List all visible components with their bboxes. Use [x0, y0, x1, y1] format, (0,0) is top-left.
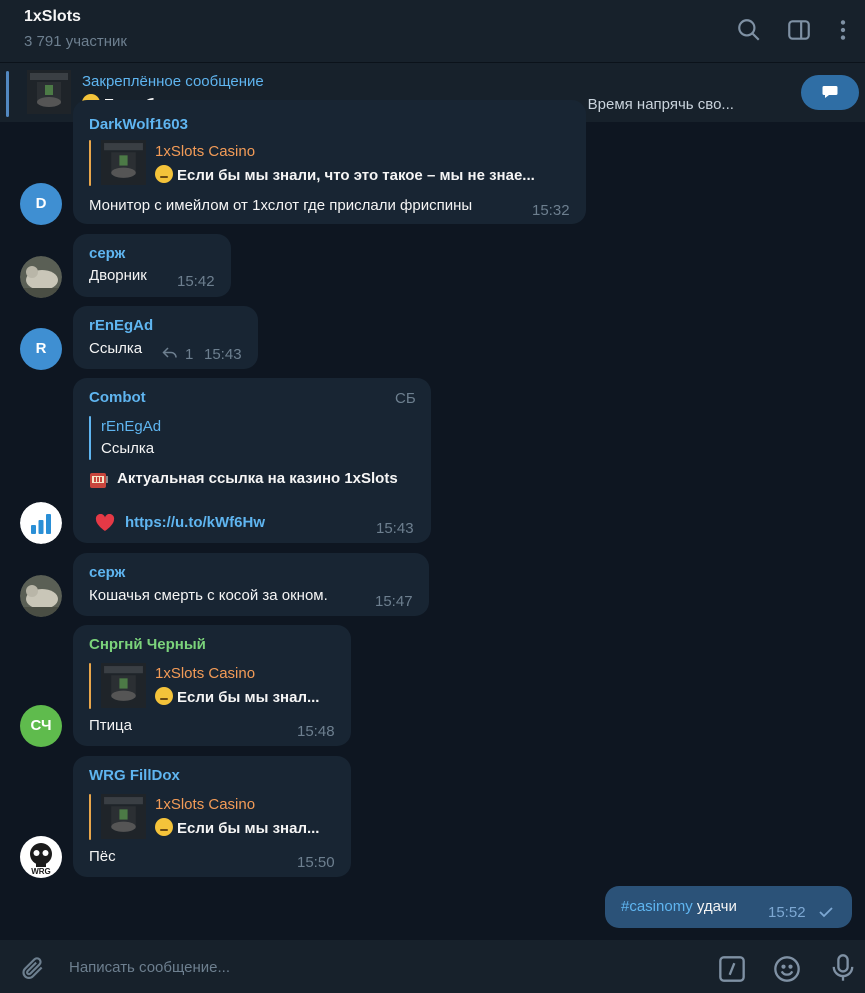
search-icon[interactable]	[736, 17, 762, 43]
message-sender[interactable]: WRG FillDox	[89, 767, 180, 784]
message-text: Дворник	[89, 267, 147, 284]
message-sender[interactable]: серж	[89, 564, 125, 581]
message-time: 15:52	[768, 904, 806, 921]
avatar[interactable]	[20, 256, 62, 298]
message-time: 15:43	[376, 520, 414, 537]
sent-check-icon	[819, 907, 833, 918]
sidebar-toggle-icon[interactable]	[786, 17, 812, 43]
message-sender[interactable]: rEnEgAd	[89, 317, 153, 334]
reply-preview: Если бы мы знал...	[155, 818, 319, 837]
reply-preview: Если бы мы знал...	[155, 687, 319, 706]
slot-machine-emoji-icon	[90, 473, 108, 488]
message-time: 15:43	[204, 346, 242, 363]
chat-header: 1xSlots 3 791 участник	[0, 0, 865, 62]
composer: Написать сообщение...	[0, 940, 865, 993]
face-emoji-icon	[155, 165, 173, 183]
avatar[interactable]	[20, 575, 62, 617]
reply-preview: Если бы мы знали, что это такое – мы не …	[155, 165, 535, 184]
reply-thumbnail	[101, 140, 146, 185]
reply-title: 1xSlots Casino	[155, 143, 256, 160]
hashtag-link[interactable]: #casinomy	[621, 898, 693, 915]
avatar[interactable]: D	[20, 183, 62, 225]
message-sender[interactable]: серж	[89, 245, 125, 262]
message-sender[interactable]: DarkWolf1603	[89, 116, 188, 133]
avatar[interactable]: R	[20, 328, 62, 370]
attach-icon[interactable]	[20, 955, 46, 981]
message-time: 15:42	[177, 273, 215, 290]
message-bubble[interactable]: rEnEgAd Ссылка 1 15:43	[73, 306, 258, 369]
message-text: Ссылка	[89, 340, 143, 357]
message-bubble[interactable]: серж Дворник 15:42	[73, 234, 231, 297]
reply-preview-text: Если бы мы знал...	[177, 689, 320, 706]
message-bubble[interactable]: Снргнй Черный 1xSlots Casino Если бы мы …	[73, 625, 351, 746]
combot-avatar[interactable]	[20, 502, 62, 544]
more-menu-icon[interactable]	[830, 17, 856, 43]
message-text: Актуальная ссылка на казино 1xSlots	[117, 470, 398, 487]
own-message-bubble[interactable]: #casinomy удачи 15:52	[605, 886, 852, 928]
message-time: 15:50	[297, 854, 335, 871]
reply-thumbnail	[101, 794, 146, 839]
message-sender[interactable]: Combot	[89, 389, 146, 406]
emoji-icon[interactable]	[773, 955, 801, 983]
face-emoji-icon	[155, 818, 173, 836]
heart-emoji-icon	[95, 514, 115, 531]
message-text: Монитор с имейлом от 1хслот где прислали…	[89, 197, 473, 214]
microphone-icon[interactable]	[829, 953, 857, 983]
pinned-preview-rest: Время напрячь сво...	[587, 96, 734, 113]
message-text: Пёс	[89, 848, 116, 865]
pinned-thumbnail	[27, 70, 71, 114]
reply-thumbnail	[101, 663, 146, 708]
reply-count[interactable]: 1	[185, 346, 193, 363]
comment-icon	[822, 86, 838, 98]
message-time: 15:48	[297, 723, 335, 740]
reply-title: rEnEgAd	[101, 418, 162, 435]
message-bubble[interactable]: серж Кошачья смерть с косой за окном. 15…	[73, 553, 429, 616]
reply-title: 1xSlots Casino	[155, 796, 256, 813]
reply-preview-text: Если бы мы знал...	[177, 820, 320, 837]
message-body: удачи	[696, 898, 737, 915]
reply-indicator	[89, 794, 91, 840]
reply-indicator	[89, 140, 91, 186]
member-count: 3 791 участник	[24, 33, 127, 50]
message-time: 15:32	[532, 202, 570, 219]
pinned-indicator	[6, 71, 9, 117]
message-text: #casinomy удачи	[621, 898, 737, 915]
message-bubble[interactable]: DarkWolf1603 1xSlots Casino Если бы мы з…	[73, 100, 586, 224]
message-input[interactable]: Написать сообщение...	[69, 959, 230, 976]
reply-indicator	[89, 663, 91, 709]
admin-tag: СБ	[395, 390, 416, 407]
reply-count-icon[interactable]	[162, 346, 178, 360]
reply-preview: Ссылка	[101, 440, 155, 457]
face-emoji-icon	[155, 687, 173, 705]
avatar[interactable]: WRG	[20, 836, 62, 878]
message-text: Птица	[89, 717, 132, 734]
message-link[interactable]: https://u.to/kWf6Hw	[125, 514, 265, 531]
avatar-label: WRG	[31, 867, 51, 876]
message-text: Кошачья смерть с косой за окном.	[89, 587, 328, 604]
message-time: 15:47	[375, 593, 413, 610]
pinned-comments-button[interactable]	[801, 75, 859, 110]
message-bubble[interactable]: WRG FillDox 1xSlots Casino Если бы мы зн…	[73, 756, 351, 877]
avatar[interactable]: СЧ	[20, 705, 62, 747]
reply-title: 1xSlots Casino	[155, 665, 256, 682]
message-sender[interactable]: Снргнй Черный	[89, 636, 206, 653]
chat-title[interactable]: 1xSlots	[24, 8, 81, 26]
pinned-title: Закреплённое сообщение	[82, 73, 264, 90]
reply-indicator	[89, 416, 91, 460]
bot-commands-icon[interactable]	[718, 955, 746, 983]
message-bubble[interactable]: Combot СБ rEnEgAd Ссылка Актуальная ссыл…	[73, 378, 431, 543]
reply-preview-text: Если бы мы знали, что это такое – мы не …	[177, 167, 535, 184]
